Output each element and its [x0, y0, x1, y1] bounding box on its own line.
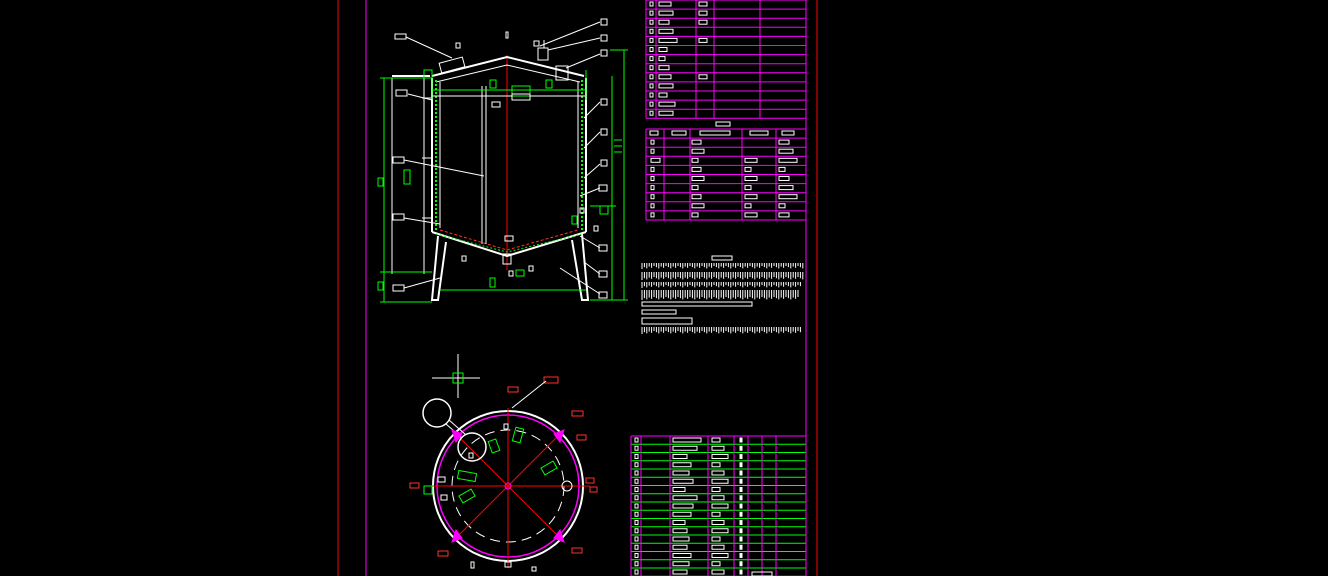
bom-quantity: [739, 462, 743, 468]
bom-quantity: [739, 569, 743, 575]
cad-drawing-canvas: [0, 0, 1328, 576]
bom-quantity: [739, 437, 743, 443]
bom-quantity: [739, 503, 743, 509]
bom-quantity: [739, 528, 743, 534]
bom-quantity: [739, 511, 743, 517]
bom-quantity: [739, 553, 743, 558]
bom-quantity: [739, 520, 743, 525]
bom-quantity: [739, 445, 743, 451]
bom-quantity: [739, 495, 743, 501]
bom-quantity: [739, 536, 743, 542]
bom-quantity: [739, 544, 743, 550]
bom-quantity: [739, 487, 743, 492]
bom-quantity: [739, 478, 743, 484]
bom-quantity: [739, 561, 743, 567]
bom-quantity: [739, 454, 743, 459]
bom-quantity: [739, 470, 743, 476]
